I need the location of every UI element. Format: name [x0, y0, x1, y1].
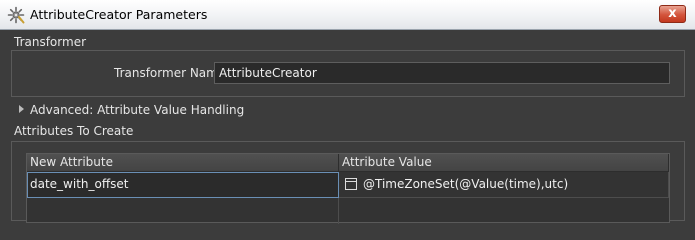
advanced-value-handling-toggle[interactable]: Advanced: Attribute Value Handling: [30, 103, 244, 117]
table-empty-row-cell[interactable]: [27, 198, 339, 224]
attributes-section-label: Attributes To Create: [14, 124, 134, 138]
attribute-value-text: @TimeZoneSet(@Value(time),utc): [363, 177, 569, 191]
table-empty-row-cell[interactable]: [339, 198, 669, 224]
value-editor-icon[interactable]: [345, 178, 357, 190]
close-button[interactable]: x: [659, 5, 686, 23]
app-icon: [7, 6, 25, 24]
column-header-new-attribute[interactable]: New Attribute: [27, 154, 339, 172]
title-bar: AttributeCreator Parameters x: [0, 0, 695, 30]
transformer-name-label: Transformer Name:: [114, 66, 230, 80]
table-cell-attribute-value[interactable]: @TimeZoneSet(@Value(time),utc): [339, 172, 669, 198]
attributes-table: New Attribute Attribute Value date_with_…: [26, 153, 670, 224]
window-title: AttributeCreator Parameters: [30, 7, 208, 22]
transformer-name-input[interactable]: AttributeCreator: [214, 62, 670, 84]
transformer-section-label: Transformer: [14, 35, 87, 49]
table-cell-new-attribute[interactable]: date_with_offset: [27, 172, 339, 198]
close-icon: x: [668, 6, 677, 21]
column-header-attribute-value[interactable]: Attribute Value: [339, 154, 669, 172]
expand-arrow-icon[interactable]: [18, 104, 26, 114]
attribute-name-text: date_with_offset: [30, 177, 129, 191]
